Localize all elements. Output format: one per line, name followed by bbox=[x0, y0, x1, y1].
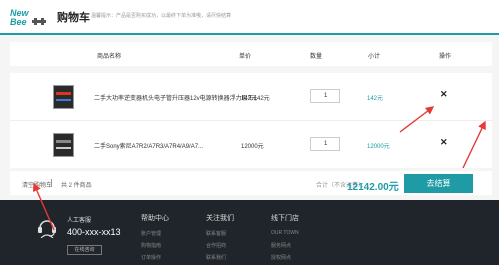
footer-col-title: 关注我们 bbox=[206, 215, 234, 222]
quantity-input[interactable]: 1 bbox=[310, 89, 340, 103]
close-icon[interactable]: ✕ bbox=[440, 89, 448, 100]
footer-link[interactable]: 订单操作 bbox=[141, 254, 161, 261]
quantity-input[interactable]: 1 bbox=[310, 137, 340, 151]
col-quantity: 数量 bbox=[310, 54, 323, 60]
col-unit-price: 单价 bbox=[239, 54, 252, 60]
newbee-logo[interactable]: New Bee bbox=[10, 8, 48, 28]
product-thumbnail[interactable] bbox=[53, 133, 74, 157]
clear-cart-link[interactable]: 清空购物车 bbox=[22, 180, 52, 189]
cart-item-row: 二手Sony索尼A7R2/A7R3/A7R4/A9/A7... 12000元 1… bbox=[10, 121, 492, 168]
footer-link[interactable]: 合作招商 bbox=[206, 242, 226, 249]
thumbnail-stripe bbox=[56, 147, 71, 149]
close-icon[interactable]: ✕ bbox=[440, 137, 448, 148]
footer-link[interactable]: 联系我们 bbox=[206, 254, 226, 261]
col-action: 操作 bbox=[439, 54, 452, 60]
thumbnail-stripe bbox=[56, 140, 71, 143]
summary-divider bbox=[51, 179, 52, 187]
footer-col-title: 帮助中心 bbox=[141, 215, 169, 222]
footer-link[interactable]: 服务网点 bbox=[271, 242, 291, 249]
col-subtotal: 小计 bbox=[368, 54, 381, 60]
logo-bee-icon bbox=[32, 18, 46, 25]
total-amount: 12142.00元 bbox=[347, 182, 399, 193]
footer-link[interactable]: 联系客服 bbox=[206, 230, 226, 237]
footer-link[interactable]: OUR TOWN bbox=[271, 230, 299, 236]
item-count: 共 2 件商品 bbox=[61, 183, 92, 189]
checkout-button[interactable]: 去结算 bbox=[404, 174, 473, 193]
product-thumbnail[interactable] bbox=[53, 85, 74, 109]
online-consult-button[interactable]: 在线咨询 bbox=[67, 245, 102, 255]
unit-price: 142元 bbox=[241, 96, 258, 102]
footer-col-title: 线下门店 bbox=[271, 215, 299, 222]
footer-link[interactable]: 授权网点 bbox=[271, 254, 291, 261]
thumbnail-stripe bbox=[56, 92, 71, 95]
col-product-name: 商品名称 bbox=[97, 54, 122, 60]
site-footer: 人工客服 400-xxx-xx13 在线咨询 帮助中心 账户管理 购物指南 订单… bbox=[0, 200, 499, 265]
page-title: 购物车 bbox=[57, 12, 90, 24]
cart-item-row: 二手大功率逆变器机头电子管升压器12v电源转换器浮力吸王142元 142元 1 … bbox=[10, 73, 492, 120]
footer-link[interactable]: 账户管理 bbox=[141, 230, 161, 237]
header-notice: 温馨提示：产品是否购买成功，以最终下单为准哦，请尽快结算 bbox=[91, 13, 232, 19]
service-label: 人工客服 bbox=[67, 218, 92, 224]
item-subtotal: 142元 bbox=[367, 96, 384, 102]
cart-table-header: 商品名称 单价 数量 小计 操作 bbox=[10, 42, 492, 66]
unit-price: 12000元 bbox=[241, 144, 264, 150]
cart-summary-bar: 清空购物车 共 2 件商品 合计（不含运费）： 12142.00元 去结算 bbox=[10, 171, 492, 195]
headset-icon bbox=[38, 220, 56, 238]
logo-text-bottom: Bee bbox=[10, 17, 27, 27]
footer-link[interactable]: 购物指南 bbox=[141, 242, 161, 249]
thumbnail-stripe bbox=[56, 99, 71, 101]
page-header: New Bee 购物车 温馨提示：产品是否购买成功，以最终下单为准哦，请尽快结算 bbox=[0, 0, 499, 33]
item-subtotal: 12000元 bbox=[367, 144, 390, 150]
service-phone: 400-xxx-xx13 bbox=[67, 227, 121, 237]
product-name-link[interactable]: 二手Sony索尼A7R2/A7R3/A7R4/A9/A7... bbox=[94, 141, 203, 150]
